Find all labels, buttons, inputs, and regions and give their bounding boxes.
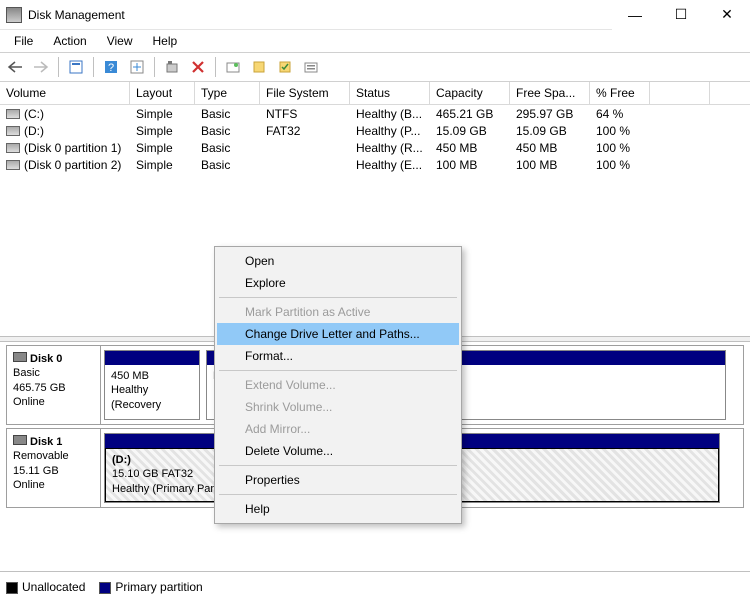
menu-separator xyxy=(219,465,457,466)
toolbar-btn-7[interactable] xyxy=(300,56,322,78)
drive-icon xyxy=(6,160,20,170)
menu-separator xyxy=(219,297,457,298)
swatch-primary xyxy=(99,582,111,594)
maximize-button[interactable]: ☐ xyxy=(658,0,704,30)
delete-icon[interactable] xyxy=(187,56,209,78)
back-button[interactable] xyxy=(4,56,26,78)
titlebar: Disk Management — ☐ ✕ xyxy=(0,0,750,30)
toolbar-btn-2[interactable] xyxy=(126,56,148,78)
help-icon[interactable]: ? xyxy=(100,56,122,78)
col-filesystem[interactable]: File System xyxy=(260,82,350,104)
col-extra[interactable] xyxy=(650,82,710,104)
disk-label: Disk 1Removable15.11 GBOnline xyxy=(7,429,101,507)
col-status[interactable]: Status xyxy=(350,82,430,104)
context-menu-item[interactable]: Properties xyxy=(217,469,459,491)
table-row[interactable]: (D:)SimpleBasicFAT32Healthy (P...15.09 G… xyxy=(0,122,750,139)
partition[interactable]: 450 MBHealthy (Recovery xyxy=(104,350,200,420)
menu-separator xyxy=(219,494,457,495)
context-menu-item: Mark Partition as Active xyxy=(217,301,459,323)
context-menu-item[interactable]: Help xyxy=(217,498,459,520)
menubar: File Action View Help xyxy=(0,30,750,52)
context-menu-item: Add Mirror... xyxy=(217,418,459,440)
table-row[interactable]: (Disk 0 partition 1)SimpleBasicHealthy (… xyxy=(0,139,750,156)
drive-icon xyxy=(6,143,20,153)
context-menu-item: Extend Volume... xyxy=(217,374,459,396)
toolbar-btn-6[interactable] xyxy=(274,56,296,78)
context-menu-item[interactable]: Explore xyxy=(217,272,459,294)
menu-help[interactable]: Help xyxy=(145,32,186,50)
drive-icon xyxy=(6,126,20,136)
menu-view[interactable]: View xyxy=(99,32,141,50)
context-menu-item[interactable]: Format... xyxy=(217,345,459,367)
swatch-unallocated xyxy=(6,582,18,594)
context-menu-item[interactable]: Change Drive Letter and Paths... xyxy=(217,323,459,345)
col-freespace[interactable]: Free Spa... xyxy=(510,82,590,104)
col-pctfree[interactable]: % Free xyxy=(590,82,650,104)
legend-primary: Primary partition xyxy=(115,580,202,594)
app-icon xyxy=(6,7,22,23)
close-button[interactable]: ✕ xyxy=(704,0,750,30)
legend: Unallocated Primary partition xyxy=(6,580,203,594)
menu-action[interactable]: Action xyxy=(45,32,94,50)
toolbar-btn-3[interactable] xyxy=(161,56,183,78)
toolbar-btn-1[interactable] xyxy=(65,56,87,78)
table-row[interactable]: (Disk 0 partition 2)SimpleBasicHealthy (… xyxy=(0,156,750,173)
toolbar-btn-4[interactable] xyxy=(222,56,244,78)
context-menu-item[interactable]: Open xyxy=(217,250,459,272)
minimize-button[interactable]: — xyxy=(612,0,658,30)
col-capacity[interactable]: Capacity xyxy=(430,82,510,104)
toolbar-btn-5[interactable] xyxy=(248,56,270,78)
col-layout[interactable]: Layout xyxy=(130,82,195,104)
legend-unallocated: Unallocated xyxy=(22,580,85,594)
toolbar: ? xyxy=(0,52,750,82)
context-menu-item[interactable]: Delete Volume... xyxy=(217,440,459,462)
disk-label: Disk 0Basic465.75 GBOnline xyxy=(7,346,101,424)
forward-button[interactable] xyxy=(30,56,52,78)
table-row[interactable]: (C:)SimpleBasicNTFSHealthy (B...465.21 G… xyxy=(0,105,750,122)
col-type[interactable]: Type xyxy=(195,82,260,104)
menu-separator xyxy=(219,370,457,371)
menu-file[interactable]: File xyxy=(6,32,41,50)
window-title: Disk Management xyxy=(28,8,125,22)
svg-text:?: ? xyxy=(108,62,114,74)
col-volume[interactable]: Volume xyxy=(0,82,130,104)
drive-icon xyxy=(6,109,20,119)
context-menu: OpenExplore Mark Partition as ActiveChang… xyxy=(214,246,462,524)
context-menu-item: Shrink Volume... xyxy=(217,396,459,418)
